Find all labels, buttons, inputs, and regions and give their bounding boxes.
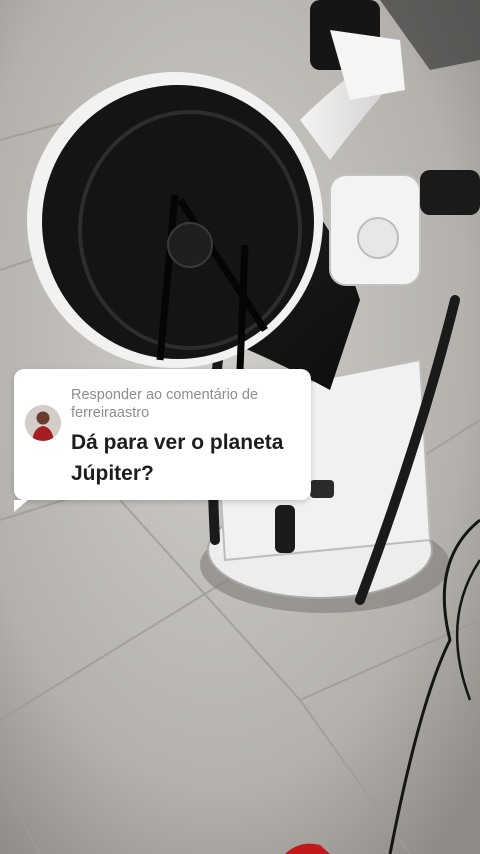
finder-scope [420,170,480,215]
secondary-mirror [167,222,213,268]
focus-knob [357,217,399,259]
reply-prefix-text: Responder ao comentário de [71,387,259,403]
comment-text: Dá para ver o planeta Júpiter? [71,431,284,485]
reply-comment-card[interactable]: Responder ao comentário de ferreiraastro… [14,369,311,512]
base-knob [310,480,334,498]
handle [275,505,295,553]
profile-avatar[interactable] [25,405,61,441]
reply-username[interactable]: ferreiraastro [71,404,301,422]
tube-interior [42,85,314,359]
reply-header: Responder ao comentário de ferreiraastro [71,386,301,422]
